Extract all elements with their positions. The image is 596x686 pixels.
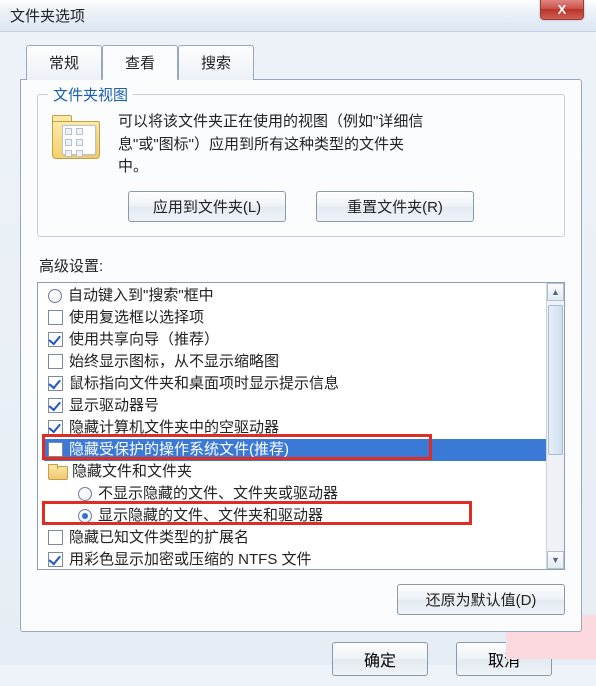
folder-view-description: 可以将该文件夹正在使用的视图（例如"详细信 息"或"图标"）应用到所有这种类型的… (118, 111, 423, 179)
tabstrip: 常规 查看 搜索 (26, 44, 582, 79)
folder-icon (48, 464, 66, 479)
checkbox-icon (48, 354, 63, 369)
apply-to-folders-button[interactable]: 应用到文件夹(L) (128, 191, 286, 222)
opt-color-ntfs[interactable]: 用彩色显示加密或压缩的 NTFS 文件 (44, 549, 564, 570)
scroll-down-button[interactable]: ▼ (547, 551, 564, 569)
group-hidden-files[interactable]: 隐藏文件和文件夹 (44, 461, 564, 483)
checkbox-icon (48, 552, 63, 567)
opt-use-checkboxes[interactable]: 使用复选框以选择项 (44, 307, 564, 329)
restore-defaults-button[interactable]: 还原为默认值(D) (397, 584, 565, 615)
scroll-track[interactable] (547, 301, 564, 551)
radio-icon (78, 487, 92, 501)
reset-folders-button[interactable]: 重置文件夹(R) (316, 191, 474, 222)
opt-sharing-wizard[interactable]: 使用共享向导（推荐） (44, 329, 564, 351)
opt-hide-extensions[interactable]: 隐藏已知文件类型的扩展名 (44, 527, 564, 549)
checkbox-icon (48, 332, 63, 347)
opt-show-tooltips[interactable]: 鼠标指向文件夹和桌面项时显示提示信息 (44, 373, 564, 395)
checkbox-icon (48, 376, 63, 391)
tab-general[interactable]: 常规 (26, 45, 102, 80)
checkbox-icon (48, 420, 63, 435)
checkbox-icon (48, 398, 63, 413)
opt-hide-empty-drives[interactable]: 隐藏计算机文件夹中的空驱动器 (44, 417, 564, 439)
scroll-thumb[interactable] (548, 305, 563, 455)
ok-button[interactable]: 确定 (332, 642, 428, 676)
checkbox-icon (48, 530, 63, 545)
dialog-body: 常规 查看 搜索 文件夹视图 可以将该文件夹正在使用的视图（例如"详细信 息"或… (0, 32, 596, 686)
opt-hide-protected-os-files[interactable]: 隐藏受保护的操作系统文件(推荐) (44, 439, 564, 461)
tab-view[interactable]: 查看 (102, 45, 178, 80)
opt-dont-show-hidden[interactable]: 不显示隐藏的文件、文件夹或驱动器 (44, 483, 564, 505)
opt-always-show-icons[interactable]: 始终显示图标，从不显示缩略图 (44, 351, 564, 373)
dialog-footer: 确定 取消 (20, 632, 582, 676)
opt-show-drive-letters[interactable]: 显示驱动器号 (44, 395, 564, 417)
scrollbar[interactable]: ▲ ▼ (546, 283, 564, 569)
titlebar: 文件夹选项 X (0, 0, 596, 32)
close-button[interactable]: X (540, 0, 584, 20)
advanced-label: 高级设置: (39, 255, 565, 276)
folder-icon (52, 115, 104, 165)
window-title: 文件夹选项 (10, 5, 85, 26)
folder-view-legend: 文件夹视图 (48, 84, 133, 105)
radio-icon (78, 509, 92, 523)
checkbox-icon (48, 442, 63, 457)
opt-auto-type-search[interactable]: 自动键入到"搜索"框中 (44, 285, 564, 307)
tab-search[interactable]: 搜索 (178, 45, 254, 80)
scroll-up-button[interactable]: ▲ (547, 283, 564, 301)
radio-icon (48, 289, 62, 303)
checkbox-icon (48, 310, 63, 325)
close-icon: X (558, 2, 567, 17)
folder-view-group: 文件夹视图 可以将该文件夹正在使用的视图（例如"详细信 息"或"图标"）应用到所… (37, 94, 565, 237)
opt-show-hidden[interactable]: 显示隐藏的文件、文件夹和驱动器 (44, 505, 564, 527)
advanced-settings-list[interactable]: 自动键入到"搜索"框中 使用复选框以选择项 使用共享向导（推荐） 始终显示图标，… (37, 282, 565, 570)
tab-panel-view: 文件夹视图 可以将该文件夹正在使用的视图（例如"详细信 息"或"图标"）应用到所… (20, 79, 582, 632)
